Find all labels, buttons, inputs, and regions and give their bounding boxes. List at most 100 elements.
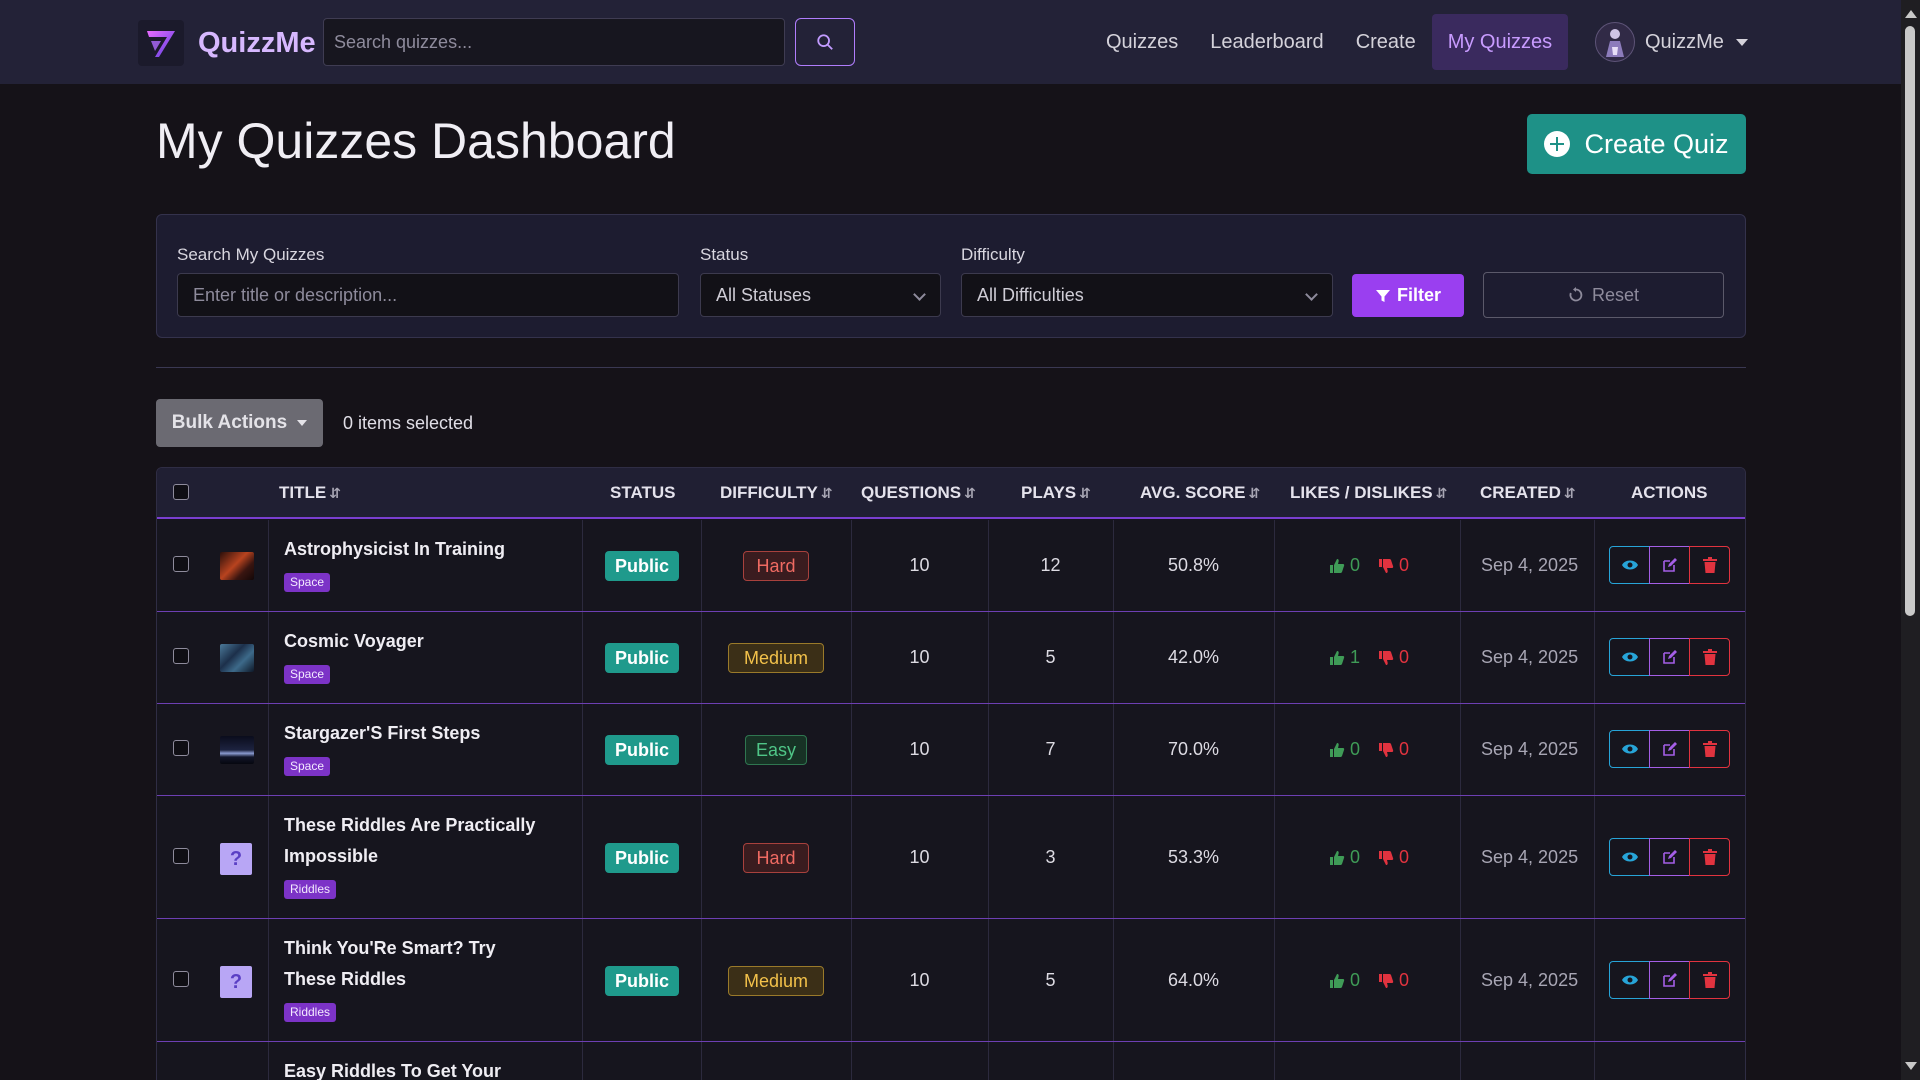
edit-button[interactable] [1649,838,1690,876]
status-select[interactable]: All Statuses [700,273,941,317]
eye-icon [1621,652,1638,662]
divider [1594,612,1595,703]
divider [701,919,702,1041]
edit-button[interactable] [1649,546,1690,584]
table-row: Easy Riddles To Get Your Brain [157,1042,1745,1080]
th-likes[interactable]: Likes / Dislikes ⇵ [1290,483,1447,503]
user-menu[interactable]: QuizzMe [1595,22,1748,62]
divider [156,367,1746,368]
delete-button[interactable] [1689,730,1730,768]
filter-button[interactable]: Filter [1352,274,1464,317]
view-button[interactable] [1609,546,1650,584]
th-questions-label: Questions [861,483,962,502]
bulk-actions-label: Bulk Actions [171,412,288,433]
divider [1274,520,1275,611]
edit-button[interactable] [1649,961,1690,999]
quiz-title: Astrophysicist In Training [284,539,506,559]
avg-score: 42.0% [1167,647,1220,667]
select-all-checkbox[interactable] [173,484,189,500]
filter-button-label: Filter [1396,285,1441,305]
th-plays-label: Plays [1021,483,1077,502]
plays-count: 5 [1045,970,1056,990]
scroll-up-icon[interactable] [1905,10,1917,18]
th-status: Status [610,483,676,502]
difficulty-badge: Hard [743,843,809,873]
divider [1460,919,1461,1041]
scroll-down-icon[interactable] [1905,1062,1917,1070]
row-checkbox[interactable] [173,971,189,987]
th-questions[interactable]: Questions ⇵ [861,483,976,503]
sort-icon: ⇵ [1248,485,1261,501]
th-created[interactable]: Created ⇵ [1480,483,1576,503]
sort-icon: ⇵ [1079,485,1091,501]
table-row: ? These Riddles Are Practically Impossib… [157,796,1745,919]
divider [1274,796,1275,918]
view-button[interactable] [1609,961,1650,999]
questions-count: 10 [909,847,930,867]
questions-count: 10 [909,739,930,759]
th-difficulty[interactable]: Difficulty ⇵ [720,483,833,503]
likes-count: 1 [1350,647,1361,667]
create-quiz-button[interactable]: Create Quiz [1527,114,1746,174]
edit-button[interactable] [1649,730,1690,768]
brand[interactable]: QuizzMe [138,20,316,66]
delete-button[interactable] [1689,546,1730,584]
edit-button[interactable] [1649,638,1690,676]
quiz-title-cell[interactable]: Think You'Re Smart? Try These Riddles Ri… [284,933,544,1026]
delete-button[interactable] [1689,838,1730,876]
search-input[interactable] [177,273,679,317]
page-title: My Quizzes Dashboard [156,113,676,169]
th-actions: Actions [1631,483,1708,502]
category-tag: Riddles [284,1003,337,1022]
difficulty-badge: Easy [745,735,807,765]
quiz-title-cell[interactable]: Easy Riddles To Get Your Brain [284,1056,544,1080]
divider [582,704,583,795]
th-title[interactable]: Title ⇵ [279,483,341,503]
nav-link-quizzes[interactable]: Quizzes [1090,14,1194,70]
thumbs-down-icon [1379,850,1394,865]
row-checkbox[interactable] [173,648,189,664]
nav-link-leaderboard[interactable]: Leaderboard [1194,14,1339,70]
quiz-title-cell[interactable]: These Riddles Are Practically Impossible… [284,810,544,903]
delete-button[interactable] [1689,961,1730,999]
divider [268,919,269,1041]
quiz-title: These Riddles Are Practically Impossible [284,815,536,866]
row-actions [1609,961,1730,999]
quiz-title-cell[interactable]: Stargazer'S First Steps Space [284,718,544,780]
nav-link-create[interactable]: Create [1340,14,1432,70]
trash-icon [1702,557,1717,573]
view-button[interactable] [1609,730,1650,768]
bulk-actions-button[interactable]: Bulk Actions [156,399,323,447]
eye-icon [1621,744,1638,754]
quiz-title-cell[interactable]: Cosmic Voyager Space [284,626,544,688]
trash-icon [1702,649,1717,665]
scroll-thumb[interactable] [1905,26,1915,616]
view-button[interactable] [1609,638,1650,676]
th-avg-score[interactable]: Avg. Score ⇵ [1140,483,1260,503]
difficulty-select[interactable]: All Difficulties [961,273,1333,317]
divider [268,796,269,918]
quizzes-table: Title ⇵ Status Difficulty ⇵ Questions ⇵ Pla… [156,467,1746,1080]
row-checkbox[interactable] [173,848,189,864]
nav-search-button[interactable] [795,18,855,66]
filter-icon [1375,289,1390,302]
created-date: Sep 4, 2025 [1481,970,1579,990]
delete-button[interactable] [1689,638,1730,676]
status-badge: Public [605,966,679,996]
edit-icon [1662,558,1677,572]
row-checkbox[interactable] [173,740,189,756]
row-actions [1609,838,1730,876]
th-plays[interactable]: Plays ⇵ [1021,483,1091,503]
view-button[interactable] [1609,838,1650,876]
difficulty-label: Difficulty [961,245,1025,264]
divider [582,919,583,1041]
nav-search-input[interactable] [323,18,785,66]
chevron-down-icon [913,288,926,301]
quiz-title-cell[interactable]: Astrophysicist In Training Space [284,534,544,596]
nav-link-my-quizzes[interactable]: My Quizzes [1431,14,1569,70]
sort-icon: ⇵ [329,485,341,501]
edit-icon [1662,650,1677,664]
scrollbar[interactable] [1901,0,1920,1080]
row-checkbox[interactable] [173,556,189,572]
reset-button[interactable]: Reset [1483,272,1724,318]
